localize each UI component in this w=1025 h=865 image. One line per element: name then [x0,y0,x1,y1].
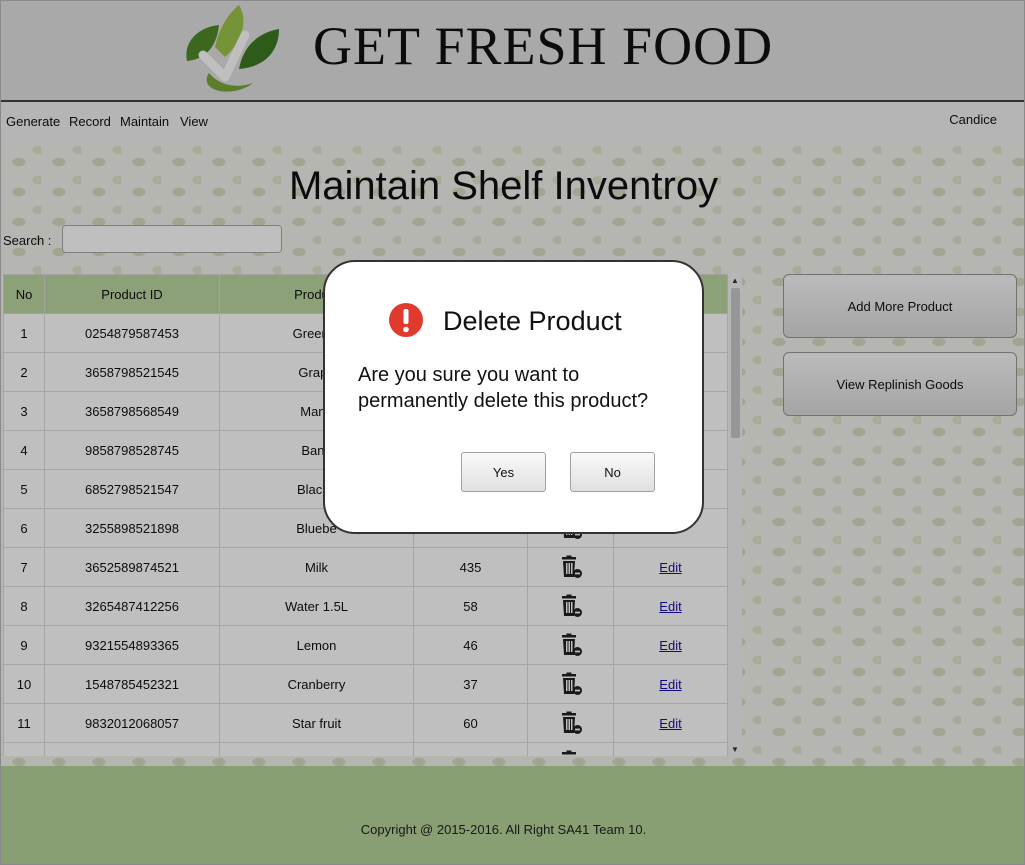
yes-button[interactable]: Yes [461,452,546,492]
delete-product-dialog: Delete Product Are you sure you want to … [323,260,704,534]
dialog-title: Delete Product [443,306,622,336]
app-window: GET FRESH FOOD Generate Record Maintain … [0,0,1025,865]
dialog-message: Are you sure you want to permanently del… [358,364,649,412]
no-button[interactable]: No [570,452,655,492]
alert-icon [389,303,423,337]
